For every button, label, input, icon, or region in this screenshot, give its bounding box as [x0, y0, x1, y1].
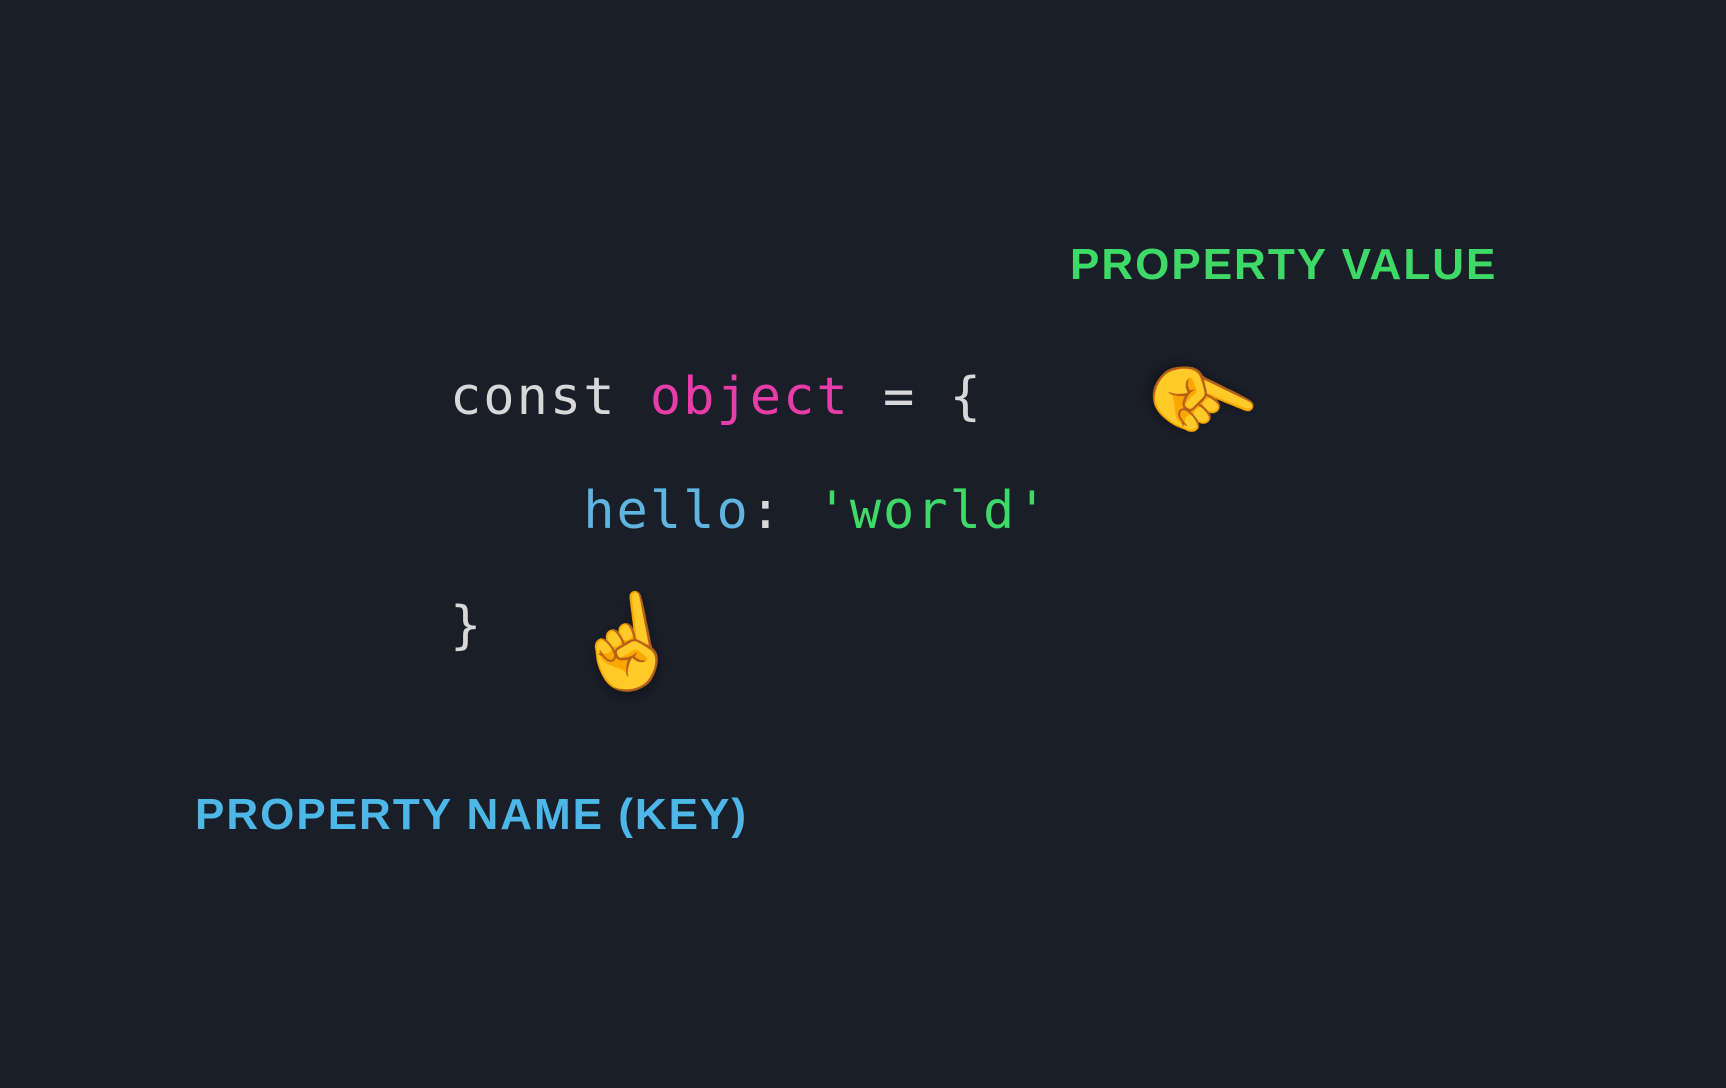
keyword-const: const [450, 367, 617, 427]
open-brace: { [950, 367, 983, 427]
property-value: 'world' [816, 481, 1049, 541]
property-key-label: PROPERTY NAME (KEY) [195, 790, 748, 840]
equals: = [850, 367, 950, 427]
property-key: hello [583, 481, 750, 541]
indent [450, 481, 583, 541]
property-value-label: PROPERTY VALUE [1070, 240, 1497, 290]
colon: : [750, 481, 817, 541]
code-snippet: const object = { hello: 'world' } [450, 340, 1050, 683]
variable-name: object [650, 367, 850, 427]
pointing-up-icon: ☝️ [562, 581, 691, 704]
pointing-left-icon: ☝️ [1130, 330, 1273, 476]
close-brace: } [450, 596, 483, 656]
